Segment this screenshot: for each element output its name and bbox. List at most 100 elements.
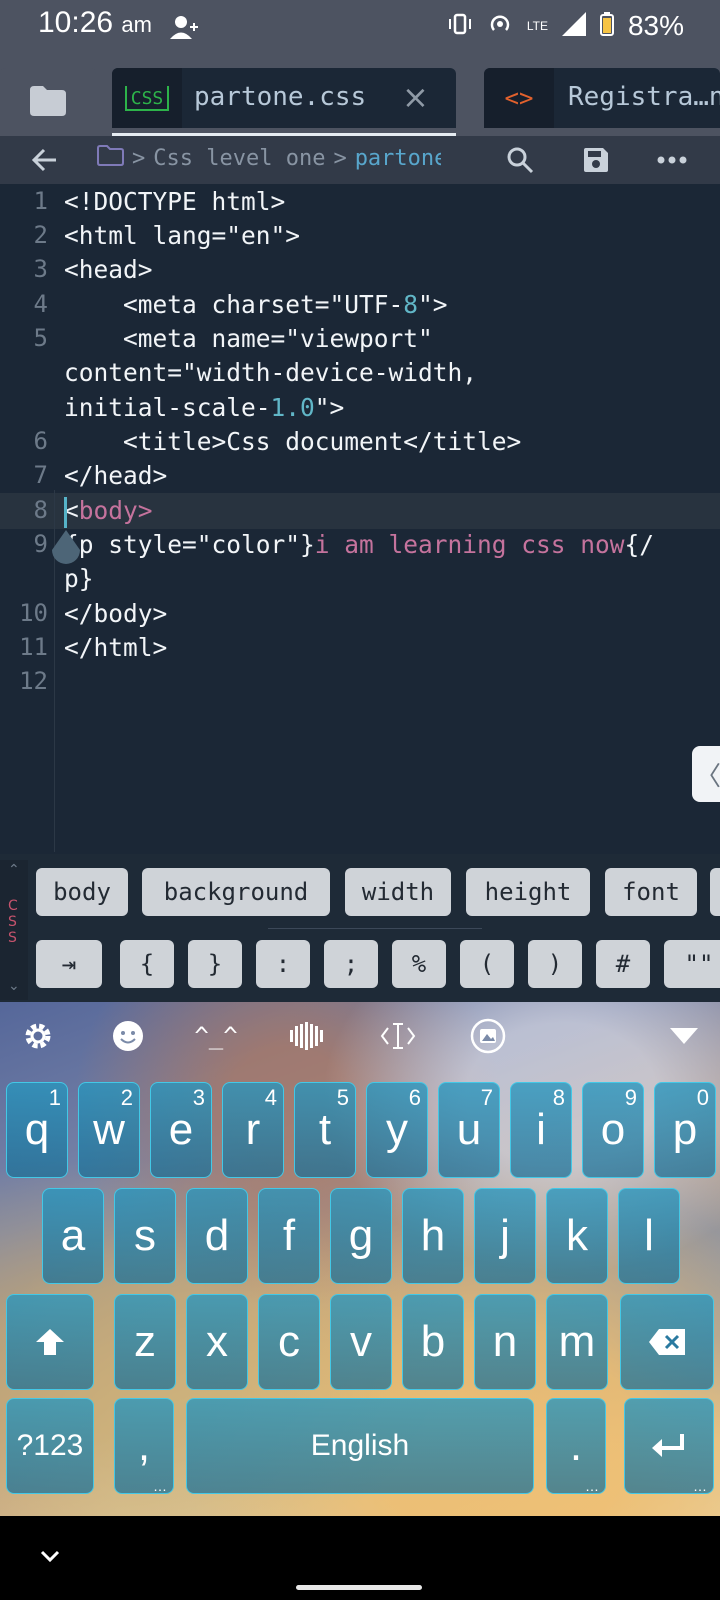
symbol-percent[interactable]: % xyxy=(392,940,446,988)
key-c[interactable]: c xyxy=(258,1294,320,1390)
search-icon[interactable] xyxy=(500,140,540,180)
suggestion-font[interactable]: font xyxy=(605,868,697,916)
home-gesture-bar[interactable] xyxy=(296,1585,422,1590)
key-j[interactable]: j xyxy=(474,1188,536,1284)
key-g[interactable]: g xyxy=(330,1188,392,1284)
key-label: b xyxy=(420,1317,446,1366)
voice-icon[interactable] xyxy=(286,1016,326,1056)
code-line: </html> xyxy=(64,633,168,662)
symbol-hash[interactable]: # xyxy=(596,940,650,988)
folder-outline-icon xyxy=(96,144,124,172)
symbol-open-paren[interactable]: ( xyxy=(460,940,514,988)
key-b[interactable]: b xyxy=(402,1294,464,1390)
back-arrow-icon[interactable] xyxy=(24,140,64,180)
tab-label: Registra…n xyxy=(568,82,720,112)
suggestion-background[interactable]: background xyxy=(142,868,330,916)
breadcrumb-separator: > xyxy=(333,145,347,171)
breadcrumb-folder[interactable]: Css level one xyxy=(153,146,325,171)
line-number: 11 xyxy=(19,633,48,661)
line-number: 5 xyxy=(33,324,48,352)
key-q[interactable]: q1 xyxy=(6,1082,68,1178)
suggestion-next[interactable] xyxy=(710,868,720,916)
symbols-key[interactable]: ?123 xyxy=(6,1398,94,1494)
key-m[interactable]: m xyxy=(546,1294,608,1390)
save-icon[interactable] xyxy=(576,140,616,180)
comma-key-label: , xyxy=(137,1421,151,1470)
key-e[interactable]: e3 xyxy=(150,1082,212,1178)
breadcrumb-current-file[interactable]: partone xyxy=(355,146,441,171)
key-v[interactable]: v xyxy=(330,1294,392,1390)
line-number: 3 xyxy=(33,255,48,283)
key-number-hint: 5 xyxy=(336,1085,349,1110)
tab-registration[interactable]: <> Registra…n xyxy=(484,68,720,128)
key-o[interactable]: o9 xyxy=(582,1082,644,1178)
chevron-down-icon[interactable]: ⌄ xyxy=(8,978,20,994)
key-r[interactable]: r4 xyxy=(222,1082,284,1178)
key-label: f xyxy=(282,1211,296,1260)
key-label: p xyxy=(672,1105,698,1154)
chevron-up-icon[interactable]: ⌃ xyxy=(8,862,20,878)
symbol-open-brace[interactable]: { xyxy=(120,940,174,988)
side-panel-toggle[interactable]: 〈 xyxy=(692,746,720,802)
line-number: 1 xyxy=(33,187,48,215)
key-label: t xyxy=(318,1105,332,1154)
key-y[interactable]: y6 xyxy=(366,1082,428,1178)
cursor-handle[interactable] xyxy=(50,530,82,564)
key-label: s xyxy=(134,1211,156,1260)
vibrate-icon xyxy=(447,13,473,40)
key-p[interactable]: p0 xyxy=(654,1082,716,1178)
suggestion-body[interactable]: body xyxy=(36,868,128,916)
css-panel-side[interactable]: ⌃ CSS ⌄ xyxy=(0,860,28,1000)
symbol-quotes[interactable]: "" xyxy=(664,940,720,988)
emoji-icon[interactable] xyxy=(108,1016,148,1056)
collapse-keyboard-icon[interactable] xyxy=(664,1016,704,1056)
code-line: content="width-device-width, xyxy=(64,358,478,387)
editor-toolbar: > Css level one > partone xyxy=(0,136,720,184)
symbol-tab[interactable]: ⇥ xyxy=(36,940,102,988)
key-u[interactable]: u7 xyxy=(438,1082,500,1178)
key-l[interactable]: l xyxy=(618,1188,680,1284)
symbol-semicolon[interactable]: ; xyxy=(324,940,378,988)
enter-key[interactable]: … xyxy=(624,1398,714,1494)
settings-icon[interactable] xyxy=(18,1016,58,1056)
space-bar[interactable]: English xyxy=(186,1398,534,1494)
sticker-icon[interactable] xyxy=(468,1016,508,1056)
code-line: </body> xyxy=(64,599,168,628)
key-s[interactable]: s xyxy=(114,1188,176,1284)
html-file-icon: <> xyxy=(484,68,554,128)
key-label: r xyxy=(245,1105,261,1154)
key-i[interactable]: i8 xyxy=(510,1082,572,1178)
period-key[interactable]: . … xyxy=(546,1398,606,1494)
file-browser-button[interactable] xyxy=(0,68,96,128)
hide-keyboard-icon[interactable] xyxy=(36,1542,64,1570)
key-t[interactable]: t5 xyxy=(294,1082,356,1178)
key-w[interactable]: w2 xyxy=(78,1082,140,1178)
close-tab-icon[interactable]: × xyxy=(402,78,429,116)
key-d[interactable]: d xyxy=(186,1188,248,1284)
kaomoji-icon[interactable]: ^_^ xyxy=(194,1016,237,1056)
battery-icon xyxy=(599,11,614,41)
symbol-close-brace[interactable]: } xyxy=(188,940,242,988)
shift-key[interactable] xyxy=(6,1294,94,1390)
key-label: j xyxy=(500,1211,510,1260)
css-file-icon: CSS xyxy=(112,68,182,128)
key-f[interactable]: f xyxy=(258,1188,320,1284)
cursor-control-icon[interactable] xyxy=(378,1016,418,1056)
key-k[interactable]: k xyxy=(546,1188,608,1284)
more-options-icon[interactable] xyxy=(652,140,692,180)
symbol-colon[interactable]: : xyxy=(256,940,310,988)
key-x[interactable]: x xyxy=(186,1294,248,1390)
backspace-key[interactable] xyxy=(620,1294,714,1390)
suggestion-divider xyxy=(268,928,482,929)
key-a[interactable]: a xyxy=(42,1188,104,1284)
symbol-close-paren[interactable]: ) xyxy=(528,940,582,988)
key-z[interactable]: z xyxy=(114,1294,176,1390)
folder-icon xyxy=(30,86,66,120)
tab-partone-css[interactable]: CSS partone.css × xyxy=(112,68,456,136)
suggestion-width[interactable]: width xyxy=(345,868,451,916)
comma-key[interactable]: , … xyxy=(114,1398,174,1494)
key-n[interactable]: n xyxy=(474,1294,536,1390)
suggestion-height[interactable]: height xyxy=(466,868,590,916)
breadcrumb[interactable]: > Css level one > partone xyxy=(96,144,441,172)
key-h[interactable]: h xyxy=(402,1188,464,1284)
